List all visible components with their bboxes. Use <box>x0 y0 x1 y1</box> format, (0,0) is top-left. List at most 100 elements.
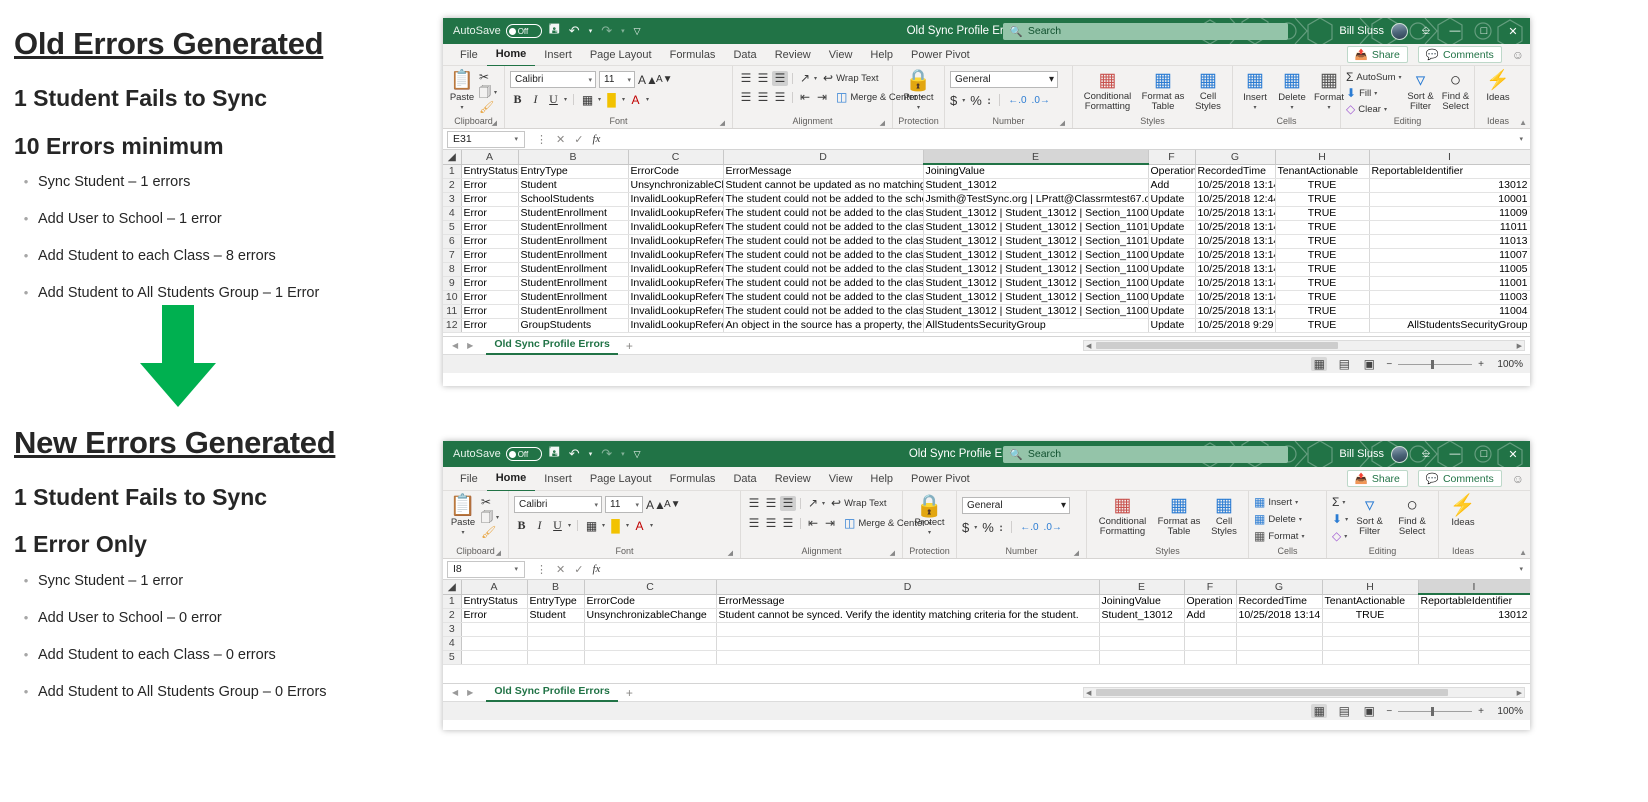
data-cell[interactable]: Error <box>461 304 519 319</box>
data-cell[interactable]: The student could not be added to the sc… <box>723 192 924 207</box>
spreadsheet-grid-top[interactable]: ◢ A B C D E F G H I 1 EntryStatus EntryTyp… <box>443 150 1530 336</box>
font-size-select[interactable]: 11 ▾ <box>599 71 635 88</box>
data-cell[interactable]: Student_13012 | Student_13012 | Section_… <box>923 206 1149 221</box>
data-cell[interactable]: Update <box>1148 276 1196 291</box>
data-cell[interactable]: 11011 <box>1369 220 1530 235</box>
grow-font-icon[interactable]: A▲ <box>638 73 658 87</box>
data-cell[interactable] <box>584 650 717 665</box>
data-cell[interactable]: 13012 <box>1369 178 1530 193</box>
tab-formulas[interactable]: Formulas <box>661 44 725 66</box>
horizontal-scrollbar-top[interactable]: ◀ ▶ <box>1083 340 1525 351</box>
spreadsheet-grid-bottom[interactable]: ◢ A B C D E F G H I 1 EntryStatus EntryTyp… <box>443 580 1530 683</box>
page-break-view-icon[interactable]: ▣ <box>1361 704 1377 718</box>
row-header[interactable]: 1 <box>443 164 462 179</box>
header-cell[interactable]: RecordedTime <box>1195 164 1276 179</box>
insert-function-icon[interactable]: fx <box>592 563 600 575</box>
ideas-button[interactable]: ⚡ Ideas <box>1446 494 1480 528</box>
data-cell[interactable] <box>716 636 1100 651</box>
font-color-dropdown-icon[interactable]: ▾ <box>646 96 649 103</box>
scroll-right-icon[interactable]: ▶ <box>1517 342 1522 350</box>
data-cell[interactable]: UnsynchronizableChange <box>584 608 717 623</box>
protect-button[interactable]: 🔒 Protect ▾ <box>902 69 936 111</box>
next-sheet-icon[interactable]: ▶ <box>467 341 473 350</box>
comma-style-icon[interactable]: ։ <box>999 519 1003 535</box>
zoom-slider[interactable]: − + <box>1386 359 1484 370</box>
table-row[interactable]: 4 Error StudentEnrollment InvalidLookupRefe… <box>443 206 1530 221</box>
align-left-icon[interactable]: ☰ <box>738 90 754 105</box>
table-row[interactable]: 4 <box>443 636 1530 651</box>
data-cell[interactable] <box>1236 636 1323 651</box>
col-header-D[interactable]: D <box>716 580 1100 595</box>
data-cell[interactable]: Jsmith@TestSync.org | LPratt@Classrmtest… <box>923 192 1149 207</box>
col-header-H[interactable]: H <box>1322 580 1419 595</box>
col-header-C[interactable]: C <box>628 150 724 165</box>
underline-dropdown-icon[interactable]: ▾ <box>564 96 567 103</box>
more-options-icon[interactable]: ⋮ <box>536 563 547 576</box>
data-cell[interactable]: Error <box>461 262 519 277</box>
data-cell[interactable]: AllStudentsSecurityGroup <box>923 318 1149 333</box>
data-cell[interactable]: The student could not be added to the cl… <box>723 276 924 291</box>
data-cell[interactable] <box>1418 636 1530 651</box>
data-cell[interactable]: Student_13012 | Student_13012 | Section_… <box>923 290 1149 305</box>
data-cell[interactable] <box>1184 636 1237 651</box>
data-cell[interactable]: InvalidLookupReference <box>628 220 724 235</box>
data-cell[interactable]: 10/25/2018 12:44 <box>1195 192 1276 207</box>
data-cell[interactable]: Add <box>1148 178 1196 193</box>
clear-button[interactable]: ◇ ▾ <box>1332 530 1348 543</box>
data-cell[interactable]: 10/25/2018 13:14 <box>1195 220 1276 235</box>
header-cell[interactable]: ErrorCode <box>584 594 717 609</box>
name-box[interactable]: E31 ▾ <box>447 130 525 148</box>
tab-power-pivot[interactable]: Power Pivot <box>902 467 979 491</box>
data-cell[interactable]: Update <box>1148 206 1196 221</box>
grow-font-icon[interactable]: A▲ <box>646 498 666 512</box>
cut-button[interactable]: ✂ <box>481 496 499 509</box>
data-cell[interactable] <box>1322 636 1419 651</box>
header-cell[interactable]: Operation <box>1184 594 1237 609</box>
align-bottom-icon[interactable]: ☰ <box>772 71 788 86</box>
format-as-table-button[interactable]: ▦ Format as Table <box>1140 69 1186 112</box>
find-select-button[interactable]: ○ Find & Select <box>1440 69 1472 112</box>
dialog-launcher-icon[interactable]: ◢ <box>496 549 501 557</box>
data-cell[interactable]: TRUE <box>1275 276 1370 291</box>
table-row[interactable]: 10 Error StudentEnrollment InvalidLookupRef… <box>443 290 1530 305</box>
page-layout-view-icon[interactable]: ▤ <box>1336 704 1352 718</box>
data-cell[interactable]: Error <box>461 220 519 235</box>
orientation-icon[interactable]: ↗ <box>805 496 821 511</box>
borders-dropdown-icon[interactable]: ▾ <box>602 522 605 529</box>
data-cell[interactable] <box>716 622 1100 637</box>
data-cell[interactable]: 10/25/2018 13:14 <box>1236 608 1323 623</box>
data-cell[interactable] <box>1099 650 1185 665</box>
data-cell[interactable] <box>527 650 585 665</box>
row-header[interactable]: 11 <box>443 304 462 319</box>
data-cell[interactable] <box>1236 622 1323 637</box>
col-header-B[interactable]: B <box>518 150 629 165</box>
currency-icon[interactable]: $ <box>950 93 957 108</box>
data-cell[interactable]: 10/25/2018 13:14 <box>1195 178 1276 193</box>
data-cell[interactable] <box>527 636 585 651</box>
data-cell[interactable]: The student could not be added to the cl… <box>723 262 924 277</box>
decrease-indent-icon[interactable]: ⇤ <box>805 516 821 531</box>
data-cell[interactable]: Error <box>461 234 519 249</box>
data-cell[interactable] <box>1236 650 1323 665</box>
table-row[interactable]: 1 EntryStatus EntryType ErrorCode ErrorMessa… <box>443 594 1530 609</box>
col-header-I[interactable]: I <box>1369 150 1530 165</box>
delete-cells-button[interactable]: ▦ Delete ▾ <box>1254 513 1304 526</box>
data-cell[interactable]: TRUE <box>1275 220 1370 235</box>
data-cell[interactable]: TRUE <box>1275 206 1370 221</box>
col-header-G[interactable]: G <box>1195 150 1276 165</box>
data-cell[interactable]: The student could not be added to the cl… <box>723 220 924 235</box>
data-cell[interactable]: 10/25/2018 13:14 <box>1195 290 1276 305</box>
align-bottom-icon[interactable]: ☰ <box>780 496 796 511</box>
data-cell[interactable]: StudentEnrollment <box>518 290 629 305</box>
scrollbar-thumb[interactable] <box>1096 689 1448 696</box>
data-cell[interactable]: Student_13012 | Student_13012 | Section_… <box>923 276 1149 291</box>
data-cell[interactable]: InvalidLookupReference <box>628 290 724 305</box>
data-cell[interactable]: StudentEnrollment <box>518 248 629 263</box>
qat-customize-icon[interactable]: ▽ <box>632 449 643 460</box>
data-cell[interactable]: Student <box>527 608 585 623</box>
fill-color-icon[interactable]: █ <box>604 93 619 107</box>
fill-color-dropdown-icon[interactable]: ▾ <box>622 96 625 103</box>
data-cell[interactable]: InvalidLookupReference <box>628 318 724 333</box>
data-cell[interactable] <box>584 636 717 651</box>
data-cell[interactable]: The student could not be added to the cl… <box>723 248 924 263</box>
